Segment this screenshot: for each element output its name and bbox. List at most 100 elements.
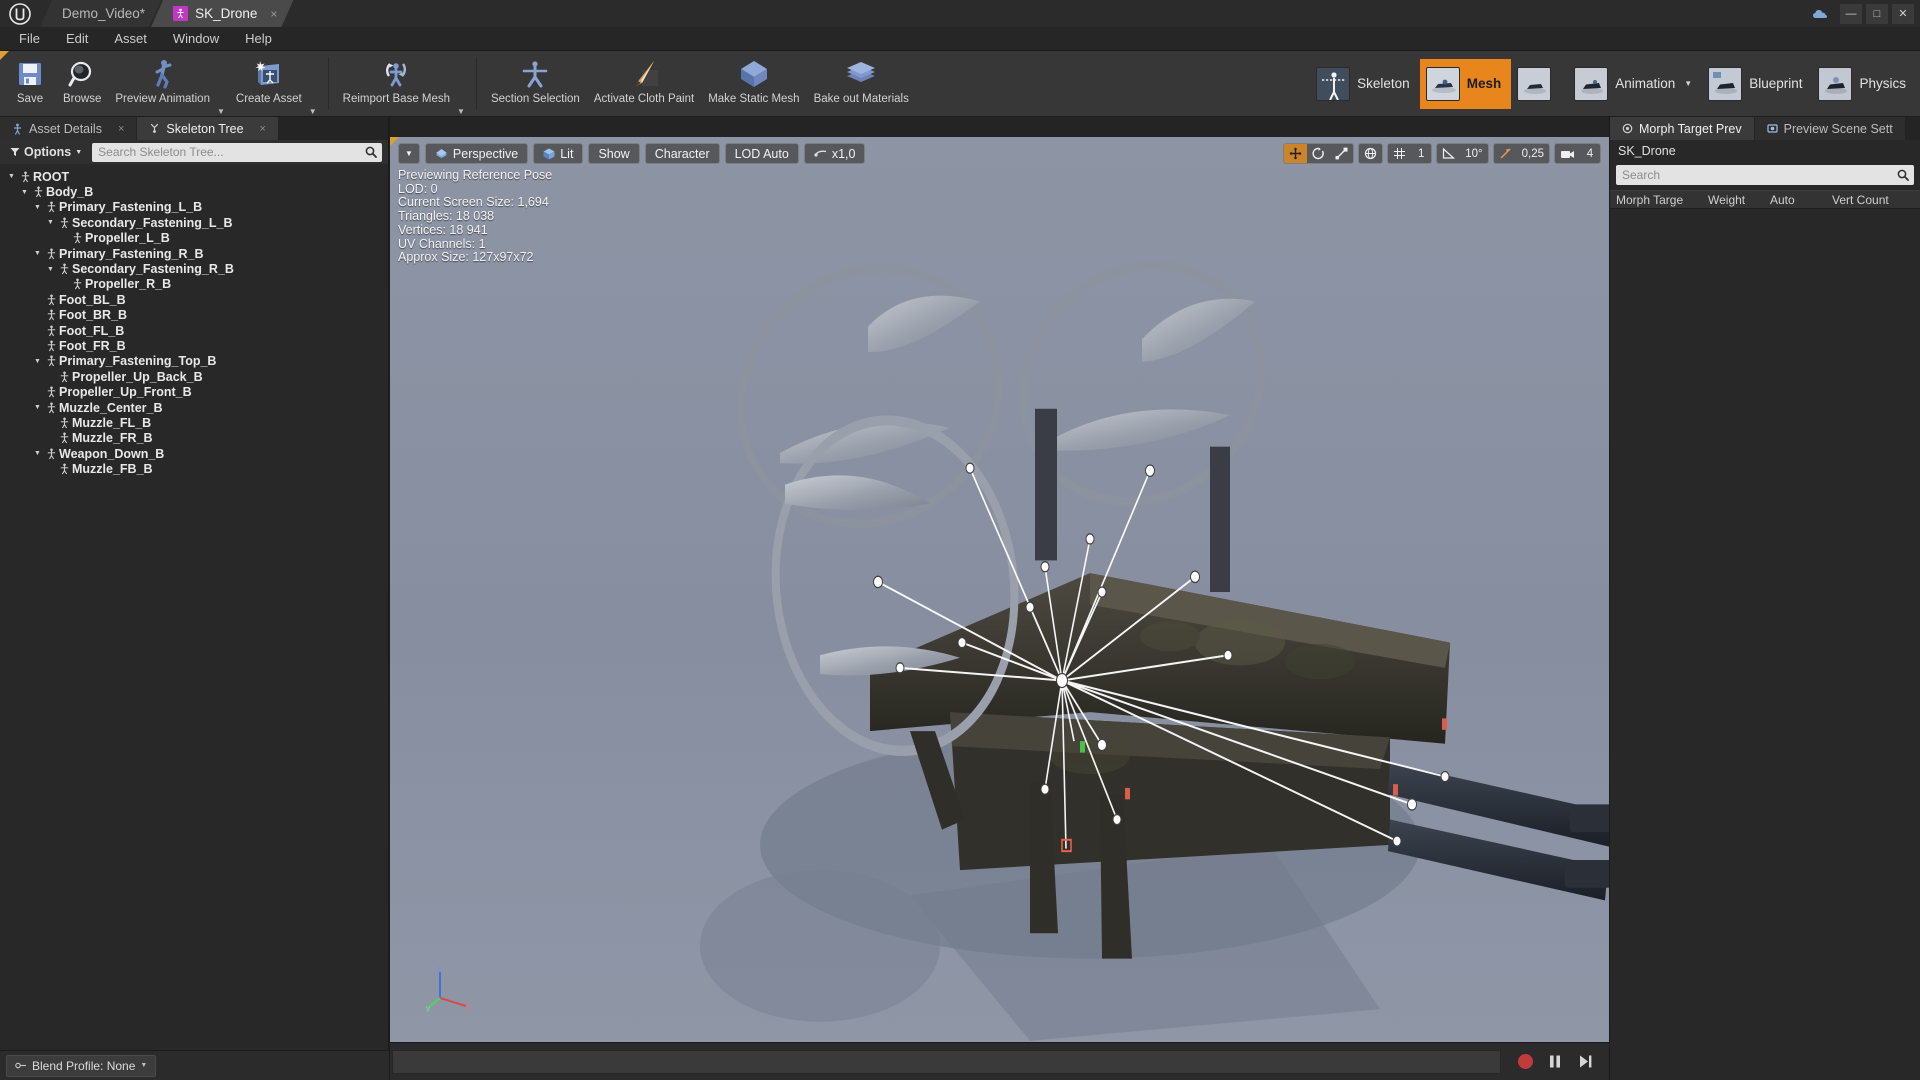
mode-mesh-button[interactable]: Mesh: [1419, 58, 1512, 109]
mode-skeleton-button[interactable]: Skeleton: [1310, 59, 1420, 109]
save-button[interactable]: Save: [4, 51, 56, 116]
skeleton-tree-item[interactable]: ▼Muzzle_FL_B: [0, 415, 388, 430]
maximize-button[interactable]: □: [1866, 3, 1888, 24]
record-button[interactable]: [1515, 1052, 1535, 1072]
morph-target-list[interactable]: [1610, 209, 1920, 1076]
skeleton-tree-item[interactable]: ▼ Secondary_Fastening_L_B: [0, 215, 388, 230]
skeleton-tree-item[interactable]: ▼ ROOT: [0, 169, 388, 184]
chevron-down-icon[interactable]: ▼: [1684, 79, 1692, 88]
tab-asset-details[interactable]: Asset Details ×: [0, 117, 137, 140]
column-header-auto[interactable]: Auto: [1764, 193, 1826, 207]
tree-expand-arrow-icon[interactable]: ▼: [32, 250, 43, 257]
skeleton-tree-item[interactable]: ▼Foot_FR_B: [0, 338, 388, 353]
column-header-weight[interactable]: Weight: [1702, 193, 1764, 207]
angle-snap-value[interactable]: 10°: [1460, 144, 1487, 163]
close-icon[interactable]: ×: [260, 123, 266, 135]
scale-snap-icon[interactable]: [1494, 144, 1517, 163]
skeleton-tree-item[interactable]: ▼Propeller_Up_Front_B: [0, 384, 388, 399]
mode-anim-thumb-button[interactable]: [1511, 59, 1568, 109]
skeleton-tree-item[interactable]: ▼ Muzzle_Center_B: [0, 400, 388, 415]
skeleton-tree-item[interactable]: ▼ Body_B: [0, 184, 388, 199]
menu-help[interactable]: Help: [232, 27, 285, 51]
scale-icon[interactable]: [1330, 144, 1353, 163]
move-icon[interactable]: [1284, 144, 1308, 163]
window-close-button[interactable]: ✕: [1892, 3, 1914, 24]
blend-profile-button[interactable]: Blend Profile: None ▼: [6, 1054, 157, 1077]
skeleton-tree-item[interactable]: ▼Foot_BL_B: [0, 292, 388, 307]
tree-expand-arrow-icon[interactable]: ▼: [6, 173, 17, 180]
create-asset-button[interactable]: Create Asset: [229, 51, 309, 105]
tab-morph-target-preview[interactable]: Morph Target Prev: [1610, 117, 1754, 140]
viewport-character-button[interactable]: Character: [644, 143, 720, 164]
section-selection-button[interactable]: Section Selection: [484, 51, 587, 116]
menu-window[interactable]: Window: [160, 27, 232, 51]
skeleton-tree-item[interactable]: ▼Foot_BR_B: [0, 308, 388, 323]
angle-snap-icon[interactable]: [1437, 144, 1460, 163]
viewport-show-button[interactable]: Show: [588, 143, 640, 164]
tree-expand-arrow-icon[interactable]: ▼: [32, 358, 43, 365]
morph-target-search[interactable]: [1616, 165, 1914, 185]
timeline-scrubber[interactable]: [392, 1049, 1501, 1074]
skeleton-tree-item[interactable]: ▼ Secondary_Fastening_R_B: [0, 261, 388, 276]
tree-expand-arrow-icon[interactable]: ▼: [32, 404, 43, 411]
skeleton-tree-item[interactable]: ▼ Weapon_Down_B: [0, 446, 388, 461]
grid-size-value[interactable]: 1: [1411, 144, 1431, 163]
tree-expand-arrow-icon[interactable]: ▼: [32, 204, 43, 211]
activate-cloth-paint-button[interactable]: Activate Cloth Paint: [587, 51, 701, 116]
skeleton-tree-item[interactable]: ▼ Primary_Fastening_R_B: [0, 246, 388, 261]
minimize-button[interactable]: —: [1840, 3, 1862, 24]
window-tab-demo-video[interactable]: Demo_Video*: [40, 0, 161, 27]
chevron-down-icon[interactable]: ▼: [457, 89, 469, 116]
mode-blueprint-button[interactable]: Blueprint: [1702, 59, 1812, 109]
skeleton-tree-item[interactable]: ▼Muzzle_FB_B: [0, 461, 388, 476]
menu-asset[interactable]: Asset: [101, 27, 160, 51]
tree-expand-arrow-icon[interactable]: ▼: [32, 450, 43, 457]
options-button[interactable]: Options ▼: [6, 144, 86, 160]
camera-speed-value[interactable]: 4: [1580, 144, 1600, 163]
mode-animation-button[interactable]: Animation ▼: [1568, 59, 1702, 109]
skeleton-tree[interactable]: ▼ ROOT ▼ Body_B ▼ Primary_Fastening_L_B ▼ Secon…: [0, 164, 388, 1050]
camera-speed-icon[interactable]: [1555, 144, 1580, 163]
skeleton-tree-item[interactable]: ▼Propeller_R_B: [0, 277, 388, 292]
cloud-icon[interactable]: [1812, 8, 1828, 20]
skeleton-tree-item[interactable]: ▼ Primary_Fastening_L_B: [0, 200, 388, 215]
skeleton-tree-search[interactable]: [92, 142, 382, 162]
skeleton-tree-item[interactable]: ▼Propeller_Up_Back_B: [0, 369, 388, 384]
skeleton-tree-item[interactable]: ▼Muzzle_FR_B: [0, 431, 388, 446]
search-input[interactable]: [1622, 168, 1908, 182]
reimport-base-mesh-button[interactable]: Reimport Base Mesh: [336, 51, 457, 105]
tree-expand-arrow-icon[interactable]: ▼: [19, 189, 30, 196]
viewport-options-button[interactable]: ▼: [398, 143, 420, 164]
search-input[interactable]: [98, 145, 376, 159]
close-icon[interactable]: ×: [118, 123, 124, 135]
menu-edit[interactable]: Edit: [53, 27, 101, 51]
rotate-icon[interactable]: [1307, 144, 1330, 163]
column-header-name[interactable]: Morph Targe: [1610, 193, 1702, 207]
viewport-perspective-button[interactable]: Perspective: [424, 143, 529, 164]
preview-animation-button[interactable]: Preview Animation: [108, 51, 217, 105]
browse-button[interactable]: Browse: [56, 51, 108, 116]
menu-file[interactable]: File: [6, 27, 53, 51]
step-button[interactable]: [1575, 1052, 1595, 1072]
pause-button[interactable]: [1545, 1052, 1565, 1072]
chevron-down-icon[interactable]: ▼: [217, 89, 229, 116]
tab-preview-scene-settings[interactable]: Preview Scene Sett: [1754, 117, 1905, 140]
close-icon[interactable]: ×: [270, 7, 277, 21]
bake-out-materials-button[interactable]: Bake out Materials: [807, 51, 916, 116]
skeleton-tree-item[interactable]: ▼Propeller_L_B: [0, 231, 388, 246]
skeleton-tree-item[interactable]: ▼Foot_FL_B: [0, 323, 388, 338]
grid-snap-icon[interactable]: [1388, 144, 1411, 163]
chevron-down-icon[interactable]: ▼: [309, 89, 321, 116]
scale-snap-value[interactable]: 0,25: [1517, 144, 1549, 163]
make-static-mesh-button[interactable]: Make Static Mesh: [701, 51, 806, 116]
column-header-vertcount[interactable]: Vert Count: [1826, 193, 1920, 207]
viewport-3d[interactable]: ▼ Perspective Lit Show Character LOD Aut…: [390, 137, 1609, 1042]
window-tab-sk-drone[interactable]: SK_Drone ×: [151, 0, 293, 27]
viewport-lod-button[interactable]: LOD Auto: [724, 143, 799, 164]
viewport-lit-button[interactable]: Lit: [533, 143, 584, 164]
tab-skeleton-tree[interactable]: Skeleton Tree ×: [137, 117, 278, 140]
tree-expand-arrow-icon[interactable]: ▼: [45, 219, 56, 226]
skeleton-tree-item[interactable]: ▼ Primary_Fastening_Top_B: [0, 354, 388, 369]
mode-physics-button[interactable]: Physics: [1812, 59, 1916, 109]
world-axis-icon[interactable]: [1359, 144, 1382, 163]
